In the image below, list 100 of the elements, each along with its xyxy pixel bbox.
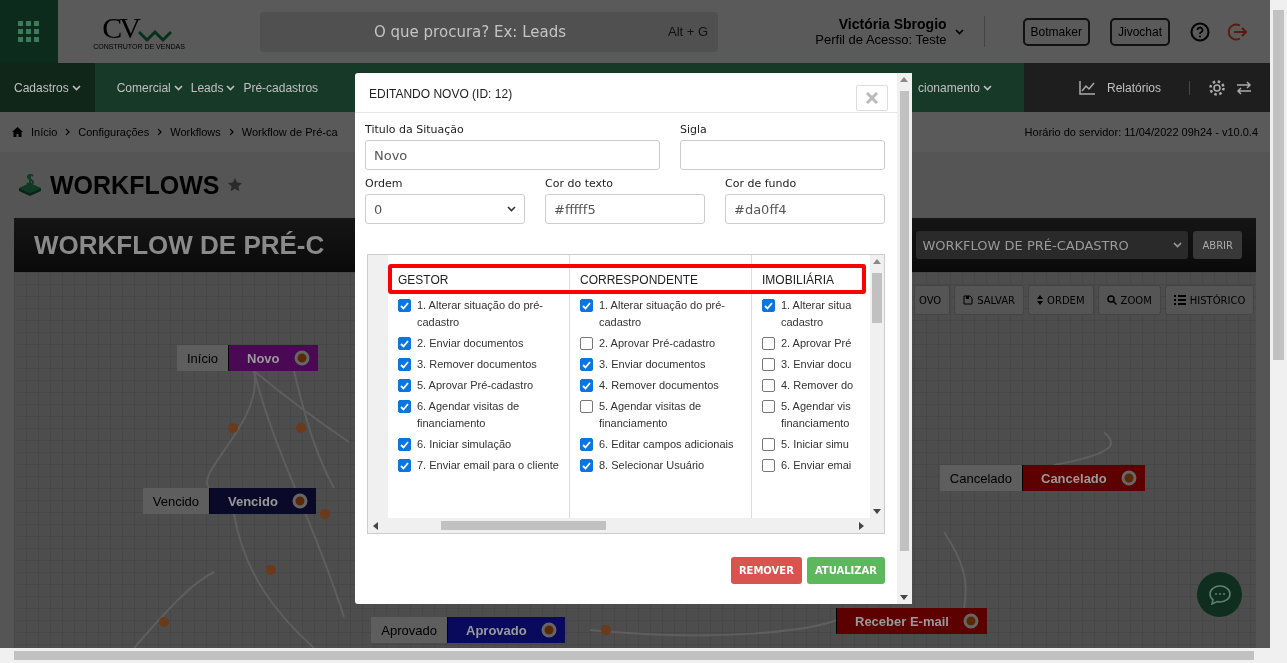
permission-label: 7. Enviar email para o cliente — [417, 458, 559, 473]
arrow-up-icon[interactable] — [873, 259, 881, 264]
nav-menu-item[interactable]: Pré-cadastros — [239, 80, 323, 95]
text-color-field[interactable]: #fffff5 — [545, 194, 705, 224]
toolbar-button[interactable]: ZOOM — [1097, 285, 1161, 315]
arrow-down-icon[interactable] — [873, 509, 881, 514]
checkbox[interactable] — [762, 337, 775, 350]
checkbox[interactable] — [580, 438, 593, 451]
scrollbar[interactable] — [870, 255, 884, 518]
junction-dot[interactable] — [159, 617, 169, 627]
junction-dot[interactable] — [228, 423, 238, 433]
field-label: Cor do texto — [545, 177, 615, 190]
state-node[interactable]: Aprovado — [447, 617, 565, 643]
permission-label: 2. Aprovar Pré — [781, 336, 852, 351]
breadcrumb-link[interactable]: Workflow de Pré-ca — [241, 126, 338, 138]
close-button[interactable] — [856, 85, 888, 111]
checkbox[interactable] — [580, 379, 593, 392]
caret-icon — [954, 28, 964, 35]
scroll-thumb[interactable] — [872, 273, 882, 323]
arrow-up-icon[interactable] — [900, 77, 908, 82]
swap-icon[interactable] — [1236, 80, 1252, 95]
scroll-thumb[interactable] — [900, 91, 909, 551]
star-icon[interactable] — [227, 177, 244, 193]
junction-dot[interactable] — [320, 509, 330, 519]
remove-button[interactable]: REMOVER — [730, 557, 802, 584]
breadcrumb-link[interactable]: Início — [31, 126, 58, 138]
checkbox[interactable] — [762, 438, 775, 451]
header-button[interactable]: Jivochat — [1109, 17, 1170, 46]
checkbox[interactable] — [580, 459, 593, 472]
checkbox[interactable] — [762, 299, 775, 312]
state-node[interactable]: Receber E-mail — [836, 608, 987, 634]
nav-menu-item[interactable]: Leads — [186, 80, 240, 95]
checkbox[interactable] — [580, 358, 593, 371]
scroll-thumb[interactable] — [441, 521, 606, 530]
checkbox[interactable] — [398, 379, 411, 392]
checkbox[interactable] — [762, 400, 775, 413]
title-field[interactable]: Novo — [365, 140, 660, 170]
checkbox[interactable] — [762, 358, 775, 371]
toolbar-button[interactable]: ORDEM — [1028, 285, 1094, 315]
scroll-thumb[interactable] — [14, 651, 1254, 660]
port-icon[interactable] — [540, 622, 557, 638]
toolbar-button[interactable]: SALVAR — [954, 285, 1025, 315]
search-field[interactable]: O que procura? Ex: Leads — [374, 22, 568, 41]
toolbar-button[interactable]: HISTÓRICO — [1164, 285, 1255, 315]
checkbox[interactable] — [762, 379, 775, 392]
logout-icon[interactable] — [1228, 21, 1248, 42]
checkbox[interactable] — [398, 400, 411, 413]
field-label: Sigla — [680, 123, 708, 136]
apps-grid-icon[interactable] — [18, 20, 40, 43]
help-icon[interactable] — [1190, 21, 1210, 42]
port-icon[interactable] — [291, 493, 308, 509]
settings-icon[interactable] — [1208, 78, 1226, 97]
toolbar-button[interactable]: OVO — [914, 285, 951, 315]
breadcrumb-link[interactable]: Workflows — [170, 126, 221, 138]
arrow-left-icon[interactable] — [373, 522, 378, 530]
port-icon[interactable] — [962, 613, 979, 629]
arrow-right-icon[interactable] — [859, 522, 864, 530]
junction-dot[interactable] — [296, 423, 306, 433]
chevron-right-icon — [65, 128, 71, 136]
background-color-field[interactable]: #da0ff4 — [725, 194, 885, 224]
junction-dot[interactable] — [266, 565, 276, 575]
state-node[interactable]: Vencido — [209, 488, 316, 514]
junction-dot[interactable] — [601, 625, 611, 635]
workflow-select[interactable]: WORKFLOW DE PRÉ-CADASTRO — [916, 231, 1189, 259]
arrow-down-icon[interactable] — [900, 595, 908, 600]
nav-menu-item[interactable]: Cadastros — [0, 63, 95, 112]
checkbox[interactable] — [398, 358, 411, 371]
permission-label: 5. Agendar vis financiamento — [781, 399, 851, 431]
open-button[interactable]: ABRIR — [1193, 231, 1242, 259]
list-icon — [1173, 295, 1186, 305]
nav-menu-item[interactable]: Relatórios — [1102, 80, 1165, 95]
workflow-title: WORKFLOW DE PRÉ-C — [34, 229, 325, 261]
permission-label: 6. Agendar visitas de financiamento — [417, 399, 521, 431]
checkbox[interactable] — [762, 459, 775, 472]
header-button[interactable]: Botmaker — [1022, 17, 1090, 46]
checkbox[interactable] — [580, 299, 593, 312]
checkbox[interactable] — [580, 337, 593, 350]
nav-menu-item[interactable]: cionamento — [914, 80, 997, 95]
nav-menu-item[interactable]: Comercial — [112, 80, 187, 95]
state-node[interactable]: Novo — [228, 345, 318, 371]
checkbox[interactable] — [580, 400, 593, 413]
port-icon[interactable] — [1120, 470, 1137, 486]
node-label: Aprovado — [371, 617, 447, 643]
port-icon[interactable] — [293, 350, 310, 366]
state-node[interactable]: Cancelado — [1022, 465, 1145, 491]
search-icon — [1106, 295, 1117, 305]
order-select[interactable]: 0 — [365, 194, 525, 224]
permission-label: 8. Selecionar Usuário — [599, 458, 705, 473]
checkbox[interactable] — [398, 337, 411, 350]
home-icon[interactable] — [12, 127, 23, 137]
scrollbar[interactable] — [368, 518, 884, 533]
checkbox[interactable] — [398, 299, 411, 312]
scroll-thumb[interactable] — [1273, 10, 1284, 360]
permission-label: 1. Alterar situa cadastro — [781, 298, 852, 330]
user-name[interactable]: Victória Sbrogio — [815, 16, 947, 32]
checkbox[interactable] — [398, 459, 411, 472]
breadcrumb-link[interactable]: Configurações — [78, 126, 150, 138]
checkbox[interactable] — [398, 438, 411, 451]
scrollbar[interactable] — [897, 73, 912, 604]
abbreviation-field[interactable] — [680, 140, 885, 170]
